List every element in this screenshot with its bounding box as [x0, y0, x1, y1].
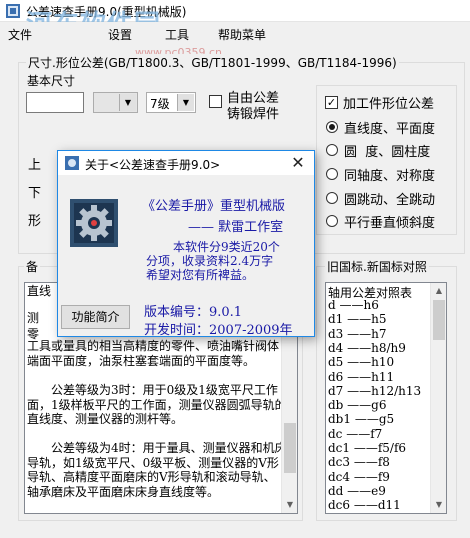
notes-paragraph: 公差等级为3时：用于0级及1级宽平尺工作面，1级样板平尺的工作面，测量仪器圆弧导… — [27, 383, 287, 427]
radio-label: 圆 度、圆柱度 — [344, 145, 431, 160]
upper-deviation-label: 上 — [28, 158, 42, 173]
dialog-title: 关于<公差速查手册9.0> — [85, 158, 221, 172]
radio-runout[interactable] — [326, 192, 338, 204]
old-new-row: d ——h6 — [328, 298, 379, 312]
machining-checkbox[interactable]: ✓ — [325, 96, 338, 109]
old-new-row: dc7 ——c12/c13 — [328, 513, 426, 514]
cast-forge-label: 铸锻焊件 — [227, 107, 280, 122]
dialog-version: 版本编号：9.0.1 — [144, 305, 243, 320]
scroll-thumb[interactable] — [284, 423, 296, 473]
old-new-row: dc1 ——f5/f6 — [328, 441, 407, 455]
form-tolerance-label: 形 — [28, 214, 42, 229]
scroll-down-icon[interactable]: ▼ — [282, 497, 297, 513]
gear-icon — [70, 199, 118, 247]
menu-settings[interactable]: 设置 — [108, 26, 132, 43]
menu-tools[interactable]: 工具 — [165, 26, 189, 43]
feature-intro-button[interactable]: 功能简介 — [61, 305, 130, 329]
menu-file[interactable]: 文件 — [8, 26, 32, 43]
close-icon[interactable]: ✕ — [284, 152, 312, 174]
free-tolerance-checkbox[interactable] — [209, 95, 222, 108]
dialog-title-bar: 关于<公差速查手册9.0> ✕ — [58, 151, 314, 175]
notes-paragraph: 公差等级为4时：用于量具、测量仪器和机床导轨，如1级宽平尺、0级平板、测量仪器的… — [27, 441, 287, 499]
dialog-product: 《公差手册》重型机械版 — [142, 199, 286, 214]
tolerance-type-select[interactable]: ▼ — [93, 92, 138, 113]
old-new-row: d1 ——h5 — [328, 312, 387, 327]
radio-label: 平行垂直倾斜度 — [344, 216, 436, 231]
radio-parallelism[interactable] — [326, 215, 338, 227]
old-new-row: d5 ——h10 — [328, 355, 395, 370]
menu-bar: 文件 设置 工具 帮助菜单 — [0, 22, 470, 44]
dialog-desc-line: 希望对您有所裨益。 — [146, 268, 255, 282]
tolerance-group-label: 尺寸.形位公差(GB/T1800.3、GB/T1801-1999、GB/T118… — [26, 54, 399, 71]
radio-coaxiality[interactable] — [326, 168, 338, 180]
radio-label: 同轴度、对称度 — [344, 169, 436, 184]
old-new-row: d4 ——h8/h9 — [328, 340, 406, 355]
dialog-app-icon — [65, 156, 79, 170]
scroll-thumb[interactable] — [433, 300, 445, 340]
scroll-up-icon[interactable]: ▲ — [431, 283, 446, 299]
radio-straightness[interactable] — [326, 121, 338, 133]
notes-group-label: 备 — [24, 258, 41, 275]
grade-select[interactable]: 7级 ▼ — [146, 92, 196, 113]
lower-deviation-label: 下 — [28, 186, 42, 201]
old-new-row: dc6 ——d11 — [328, 498, 401, 513]
old-new-row: d6 ——h11 — [328, 369, 395, 384]
dialog-dev-time: 开发时间：2007-2009年 — [144, 323, 293, 338]
old-new-row: d3 ——h7 — [328, 326, 387, 341]
radio-roundness[interactable] — [326, 144, 338, 156]
radio-label: 直线度、平面度 — [344, 122, 436, 137]
machining-checkbox-label: 加工件形位公差 — [343, 97, 435, 112]
old-new-list[interactable]: 轴用公差对照表 d ——h6 d1 ——h5 d3 ——h7 d4 ——h8/h9 d5… — [325, 282, 447, 514]
old-new-row: db1 ——g5 — [328, 412, 395, 427]
dialog-author: —— 默雷工作室 — [188, 220, 284, 235]
dialog-body: 《公差手册》重型机械版 —— 默雷工作室 本软件分9类近20个 分项，收录资料2… — [58, 175, 314, 338]
menu-help[interactable]: 帮助菜单 — [218, 26, 266, 43]
notes-paragraph: 工具或量具的相当高精度的零件、喷油嘴针阀体端面平面度，油泵柱塞套端面的平面度等。 — [27, 339, 280, 368]
chevron-down-icon: ▼ — [119, 94, 136, 111]
old-new-group-label: 旧国标.新国标对照 — [325, 258, 429, 275]
old-new-row: dc4 ——f9 — [328, 469, 390, 484]
old-new-row: db ——g6 — [328, 398, 387, 413]
old-new-scrollbar[interactable]: ▲ ▼ — [430, 283, 446, 513]
chevron-down-icon: ▼ — [177, 94, 194, 111]
radio-label: 圆跳动、全跳动 — [344, 193, 436, 208]
old-new-row: dd ——e9 — [328, 483, 386, 498]
about-dialog: 关于<公差速查手册9.0> ✕ 《公差手册》重型机械版 —— 默雷工作室 本软件… — [57, 150, 315, 338]
old-new-row: dc ——f7 — [328, 426, 383, 441]
app-icon — [6, 4, 20, 18]
basic-size-label: 基本尺寸 — [27, 74, 76, 88]
scroll-down-icon[interactable]: ▼ — [431, 497, 446, 513]
old-new-row: dc3 ——f8 — [328, 455, 390, 470]
old-new-row: d7 ——h12/h13 — [328, 383, 422, 398]
basic-size-input[interactable] — [26, 92, 84, 113]
